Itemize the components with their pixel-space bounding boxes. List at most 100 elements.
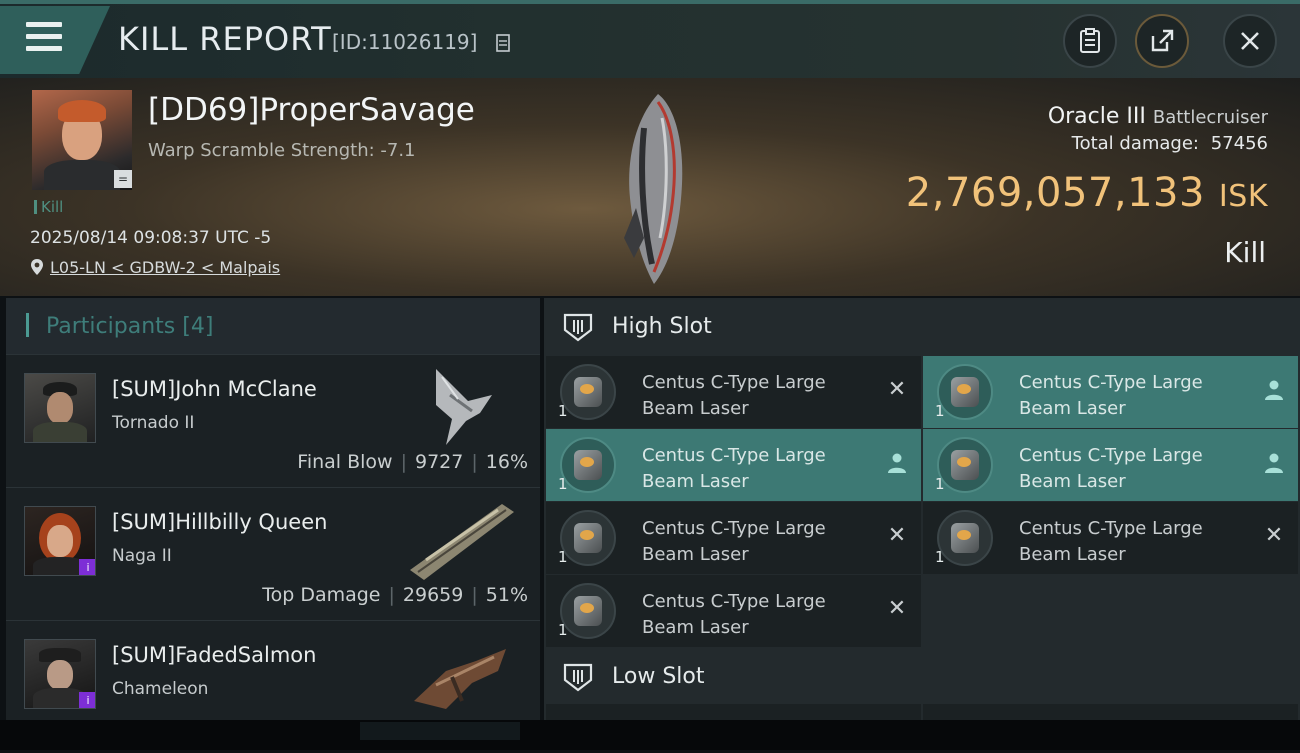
beam-laser-icon — [937, 364, 993, 420]
module-quantity: 1 — [558, 548, 568, 566]
module-quantity: 1 — [558, 402, 568, 420]
top-accent-line — [0, 0, 1300, 4]
victim-ship-block: Oracle III Battlecruiser Total damage: 5… — [1048, 104, 1268, 154]
destroyed-icon: ✕ — [887, 377, 907, 402]
beam-laser-icon — [937, 510, 993, 566]
participant-avatar[interactable]: i — [24, 506, 96, 576]
corp-icon: i — [79, 692, 95, 708]
fitting-module[interactable]: 1 Centus C-Type Large Beam Laser — [923, 356, 1298, 428]
hamburger-icon[interactable] — [26, 22, 62, 52]
victim-summary: = [DD69]ProperSavage Warp Scramble Stren… — [0, 78, 1300, 296]
participant-role: Top Damage — [262, 584, 381, 606]
module-name: Centus C-Type Large Beam Laser — [642, 445, 826, 492]
participants-title: Participants [4] — [26, 313, 213, 339]
participant-ship-image — [414, 649, 506, 709]
location-link[interactable]: L05-LN < GDBW-2 < Malpais — [50, 258, 280, 277]
low-slot-title: Low Slot — [612, 664, 705, 689]
corp-badge-icon: = — [114, 170, 132, 188]
module-name: Centus C-Type Large Beam Laser — [642, 518, 826, 565]
victim-ship-line: Oracle III Battlecruiser — [1048, 104, 1268, 129]
isk-unit: ISK — [1218, 179, 1268, 214]
module-name: Centus C-Type Large Beam Laser — [642, 591, 826, 638]
top-bar: KILL REPORT [ID:11026119] — [0, 0, 1300, 78]
module-quantity: 1 — [935, 475, 945, 493]
participant-stats: Final Blow | 9727 | 16% — [297, 451, 528, 473]
kill-id: [ID:11026119] — [332, 30, 478, 54]
participant-role: Final Blow — [297, 451, 393, 473]
module-quantity: 1 — [935, 402, 945, 420]
participant-avatar[interactable]: i — [24, 639, 96, 709]
fitting-module[interactable]: 1 Centus C-Type Large Beam Laser ✕ — [546, 575, 921, 647]
fitting-module[interactable]: 1 Centus C-Type Large Beam Laser ✕ — [546, 502, 921, 574]
location-pin-icon — [31, 259, 43, 275]
participant-stats: Top Damage | 29659 | 51% — [262, 584, 528, 606]
bottom-bar-shadow — [360, 722, 520, 740]
isk-value-line: 2,769,057,133 ISK — [906, 170, 1268, 216]
clipboard-icon — [1080, 28, 1100, 53]
beam-laser-icon — [560, 583, 616, 639]
victim-ship-image — [624, 94, 683, 284]
participants-count: [4] — [182, 314, 214, 339]
participant-ship: Naga II — [112, 546, 172, 566]
participant-row[interactable]: [SUM]John McClane Tornado II Final Blow |… — [6, 354, 540, 487]
participant-percent: 51% — [485, 584, 528, 606]
total-damage-line: Total damage: 57456 — [1048, 133, 1268, 154]
participant-ship: Tornado II — [112, 413, 195, 433]
fitting-module[interactable]: 1 Centus C-Type Large Beam Laser — [546, 429, 921, 501]
participant-avatar[interactable] — [24, 373, 96, 443]
fitting-panel: High Slot 1 Centus C-Type Large Beam Las… — [544, 298, 1300, 720]
kill-datetime: 2025/08/14 09:08:37 UTC -5 — [30, 228, 272, 248]
total-damage-label: Total damage: — [1071, 133, 1199, 154]
victim-subtitle: Warp Scramble Strength: -7.1 — [148, 140, 416, 161]
participant-percent: 16% — [485, 451, 528, 473]
corp-icon: i — [79, 559, 95, 575]
low-slot-header: Low Slot — [544, 648, 1300, 704]
victim-name[interactable]: [DD69]ProperSavage — [148, 92, 475, 128]
kill-type: Kill — [1224, 236, 1266, 269]
bottom-bar — [0, 720, 1300, 750]
module-name: Centus C-Type Large Beam Laser — [1019, 518, 1203, 565]
participant-name: [SUM]FadedSalmon — [112, 643, 317, 667]
beam-laser-icon — [937, 437, 993, 493]
clipboard-button[interactable] — [1063, 14, 1117, 68]
share-button[interactable] — [1135, 14, 1189, 68]
fitting-module-partial[interactable] — [923, 704, 1298, 720]
fitting-module-partial[interactable] — [546, 704, 921, 720]
close-button[interactable] — [1223, 14, 1277, 68]
module-quantity: 1 — [935, 548, 945, 566]
victim-ship-name: Oracle III — [1047, 104, 1146, 129]
participant-damage: 29659 — [402, 584, 464, 606]
participants-header: Participants [4] — [6, 298, 540, 354]
person-icon — [888, 453, 906, 473]
close-icon — [1241, 32, 1259, 50]
high-slot-title: High Slot — [612, 314, 712, 339]
destroyed-icon: ✕ — [887, 523, 907, 548]
module-quantity: 1 — [558, 621, 568, 639]
participant-ship-image — [436, 369, 492, 445]
kill-location[interactable]: L05-LN < GDBW-2 < Malpais — [30, 258, 280, 277]
participants-title-text: Participants — [46, 314, 176, 339]
kill-tag: Kill — [34, 198, 63, 216]
module-name: Centus C-Type Large Beam Laser — [1019, 445, 1203, 492]
module-quantity: 1 — [558, 475, 568, 493]
beam-laser-icon — [560, 364, 616, 420]
participant-damage: 9727 — [415, 451, 464, 473]
person-icon — [1265, 453, 1283, 473]
participant-ship-image — [410, 504, 514, 580]
person-icon — [1265, 380, 1283, 400]
participant-row[interactable]: i [SUM]Hillbilly Queen Naga II Top Damag… — [6, 487, 540, 620]
fitting-module[interactable]: 1 Centus C-Type Large Beam Laser — [923, 429, 1298, 501]
beam-laser-icon — [560, 437, 616, 493]
destroyed-icon: ✕ — [887, 596, 907, 621]
copy-id-icon[interactable] — [496, 34, 510, 52]
fitting-module[interactable]: 1 Centus C-Type Large Beam Laser ✕ — [546, 356, 921, 428]
low-slot-icon — [563, 663, 593, 692]
fitting-module[interactable]: 1 Centus C-Type Large Beam Laser ✕ — [923, 502, 1298, 574]
beam-laser-icon — [560, 510, 616, 566]
participant-ship: Chameleon — [112, 679, 209, 699]
total-damage-value: 57456 — [1210, 133, 1268, 154]
destroyed-icon: ✕ — [1264, 523, 1284, 548]
participant-name: [SUM]Hillbilly Queen — [112, 510, 328, 534]
high-slot-header: High Slot — [544, 298, 1300, 354]
victim-ship-class: Battlecruiser — [1152, 107, 1268, 128]
